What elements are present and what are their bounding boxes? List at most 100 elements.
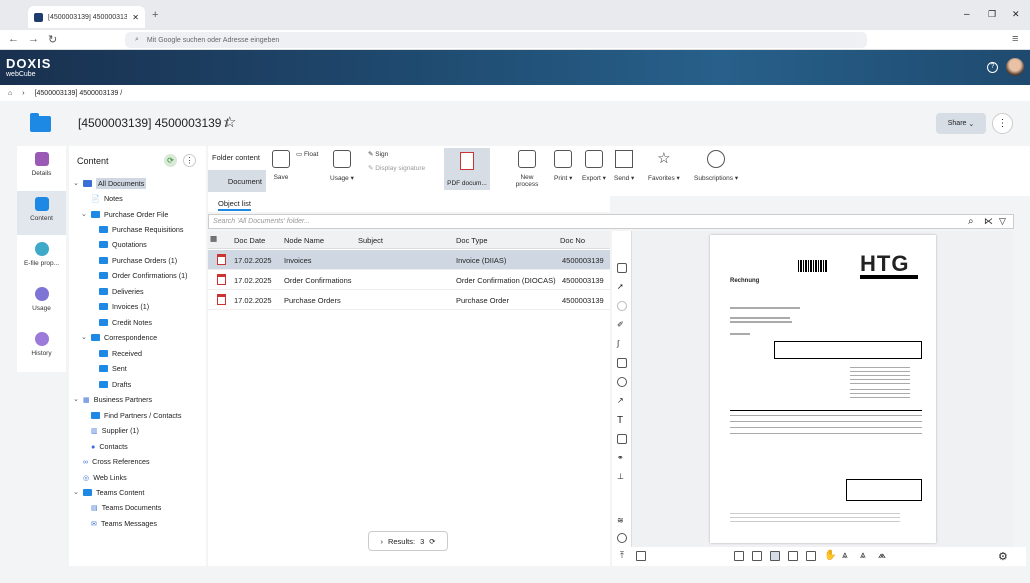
gear-icon[interactable]: ⚙ (998, 550, 1008, 563)
tree-node[interactable]: ◎ Web Links (83, 470, 127, 484)
tree-node[interactable]: Received (99, 346, 142, 360)
pdf-document-button[interactable]: PDF docum... (444, 148, 490, 190)
grid-view-icon[interactable] (788, 551, 798, 561)
help-icon[interactable]: ? (987, 62, 998, 73)
angle-icon[interactable]: ⩓ (860, 550, 866, 561)
reload-icon[interactable]: ↻ (48, 33, 57, 46)
window-maximize-icon[interactable]: ❐ (988, 9, 996, 20)
tree-node[interactable]: Sent (99, 361, 127, 375)
tree-node[interactable]: 📄 Notes (91, 191, 123, 205)
cloud-icon[interactable] (617, 377, 627, 387)
tab-document[interactable]: Document (208, 170, 266, 192)
table-row[interactable]: 17.02.2025 Purchase Orders Purchase Orde… (208, 290, 610, 310)
tree-node[interactable]: Quotations (99, 237, 147, 251)
column-header[interactable]: Node Name (284, 236, 324, 245)
tree-node[interactable]: ⌄ Teams Content (73, 485, 144, 499)
tree-node[interactable]: ✉ Teams Messages (91, 516, 157, 530)
subscriptions-button[interactable]: Subscriptions ▾ (694, 150, 738, 182)
tree-node[interactable]: Invoices (1) (99, 299, 149, 313)
tree-node[interactable]: Drafts (99, 377, 131, 391)
rail-item-details[interactable]: Details (17, 146, 66, 190)
home-icon[interactable]: ⌂ (8, 90, 12, 97)
pointer-icon[interactable]: ➚ (617, 282, 627, 292)
freehand-icon[interactable]: ∫ (617, 339, 627, 349)
fit-page-icon[interactable] (617, 263, 627, 273)
search-input[interactable]: Search 'All Documents' folder... (208, 214, 1014, 229)
send-button[interactable]: Send ▾ (614, 150, 634, 182)
table-row[interactable]: 17.02.2025 Invoices Invoice (DIIAS) 4500… (208, 250, 610, 270)
forward-icon[interactable]: → (28, 33, 39, 45)
export-button[interactable]: Export ▾ (582, 150, 606, 182)
breadcrumb-item[interactable]: [4500003139] 4500003139 / (35, 90, 123, 97)
browser-tab[interactable]: [4500003139] 4500003139 / - D ✕ (28, 6, 145, 28)
palette-icon[interactable] (617, 533, 627, 543)
filter-icon[interactable]: ▽ (999, 216, 1006, 227)
hand-icon[interactable]: ✋ (824, 550, 836, 561)
new-process-button[interactable]: New process (514, 150, 540, 188)
more-icon[interactable]: ⋮ (183, 154, 196, 167)
tree-node[interactable]: ⌄ Purchase Order File (81, 207, 168, 221)
layers-icon[interactable]: ≋ (617, 516, 627, 526)
page-icon[interactable] (806, 551, 816, 561)
tree-node[interactable]: Purchase Requisitions (99, 222, 184, 236)
window-close-icon[interactable]: ✕ (1012, 9, 1020, 20)
note-icon[interactable] (617, 434, 627, 444)
close-icon[interactable] (636, 551, 646, 561)
tree-node[interactable]: Purchase Orders (1) (99, 253, 177, 267)
float-button[interactable]: ▭ Float (296, 150, 318, 158)
tab-folder-content[interactable]: Folder content (212, 153, 260, 162)
rail-item-content[interactable]: Content (17, 191, 66, 235)
column-header[interactable]: Doc No (560, 236, 585, 245)
link-icon[interactable]: ⚭ (617, 453, 627, 463)
upload-icon[interactable]: ⤒ (620, 550, 624, 561)
tree-node[interactable]: ● Contacts (91, 439, 128, 453)
tree-node[interactable]: Order Confirmations (1) (99, 268, 188, 282)
column-chooser-icon[interactable]: ▦ (210, 234, 217, 243)
share-button[interactable]: Share ⌄ (936, 113, 986, 134)
print-button[interactable]: Print ▾ (554, 150, 572, 182)
rail-item-usage[interactable]: Usage (17, 281, 66, 325)
clear-filter-icon[interactable]: ⋉ (984, 216, 993, 227)
tree-node[interactable]: Find Partners / Contacts (91, 408, 182, 422)
tree-node[interactable]: ⌄ Correspondence (81, 330, 157, 344)
usage-button[interactable]: Usage ▾ (330, 150, 354, 182)
avatar[interactable] (1006, 58, 1024, 76)
single-page-icon[interactable] (734, 551, 744, 561)
cancel-icon[interactable] (617, 301, 627, 311)
stamp-icon[interactable]: ⊥ (617, 472, 627, 482)
tree-node[interactable]: Credit Notes (99, 315, 152, 329)
rail-item-history[interactable]: History (17, 326, 66, 370)
rectangle-icon[interactable] (617, 358, 627, 368)
address-input[interactable]: ⌕ Mit Google suchen oder Adresse eingebe… (125, 32, 867, 48)
column-header[interactable]: Subject (358, 236, 383, 245)
new-tab-icon[interactable]: + (152, 9, 158, 21)
favorites-button[interactable]: ☆ Favorites ▾ (648, 150, 680, 182)
area-icon[interactable]: ⩕ (878, 550, 886, 561)
split-icon[interactable] (752, 551, 762, 561)
menu-icon[interactable]: ≡ (1012, 33, 1018, 45)
rail-item-efile[interactable]: E-file prop... (17, 236, 66, 280)
tree-node[interactable]: Deliveries (99, 284, 144, 298)
tree-node[interactable]: ⌄ All Documents (73, 176, 147, 190)
refresh-icon[interactable]: ⟳ (164, 154, 177, 167)
search-icon[interactable]: ⌕ (968, 216, 974, 227)
favorite-star-icon[interactable]: ☆ (223, 113, 236, 131)
sign-button[interactable]: ✎ Sign (368, 150, 388, 158)
highlighter-icon[interactable]: ✐ (617, 320, 627, 330)
refresh-icon[interactable]: ⟳ (429, 537, 435, 546)
display-signature-button[interactable]: ✎ Display signature (368, 164, 425, 172)
thumbnails-icon[interactable] (770, 551, 780, 561)
back-icon[interactable]: ← (8, 33, 19, 45)
tree-node[interactable]: ⌄ ▦ Business Partners (73, 392, 152, 406)
table-row[interactable]: 17.02.2025 Order Confirmations Order Con… (208, 270, 610, 290)
arrow-icon[interactable]: ↗ (617, 396, 627, 406)
measure-icon[interactable]: ⩓ (842, 550, 848, 561)
more-options-button[interactable]: ⋮ (992, 113, 1013, 134)
close-tab-icon[interactable]: ✕ (132, 13, 139, 22)
column-header[interactable]: Doc Date (234, 236, 265, 245)
tree-node[interactable]: ∞ Cross References (83, 454, 150, 468)
column-header[interactable]: Doc Type (456, 236, 488, 245)
tab-object-list[interactable]: Object list (218, 199, 251, 211)
tree-node[interactable]: ▥ Supplier (1) (91, 423, 139, 437)
results-pill[interactable]: › Results: 3 ⟳ (368, 531, 448, 551)
